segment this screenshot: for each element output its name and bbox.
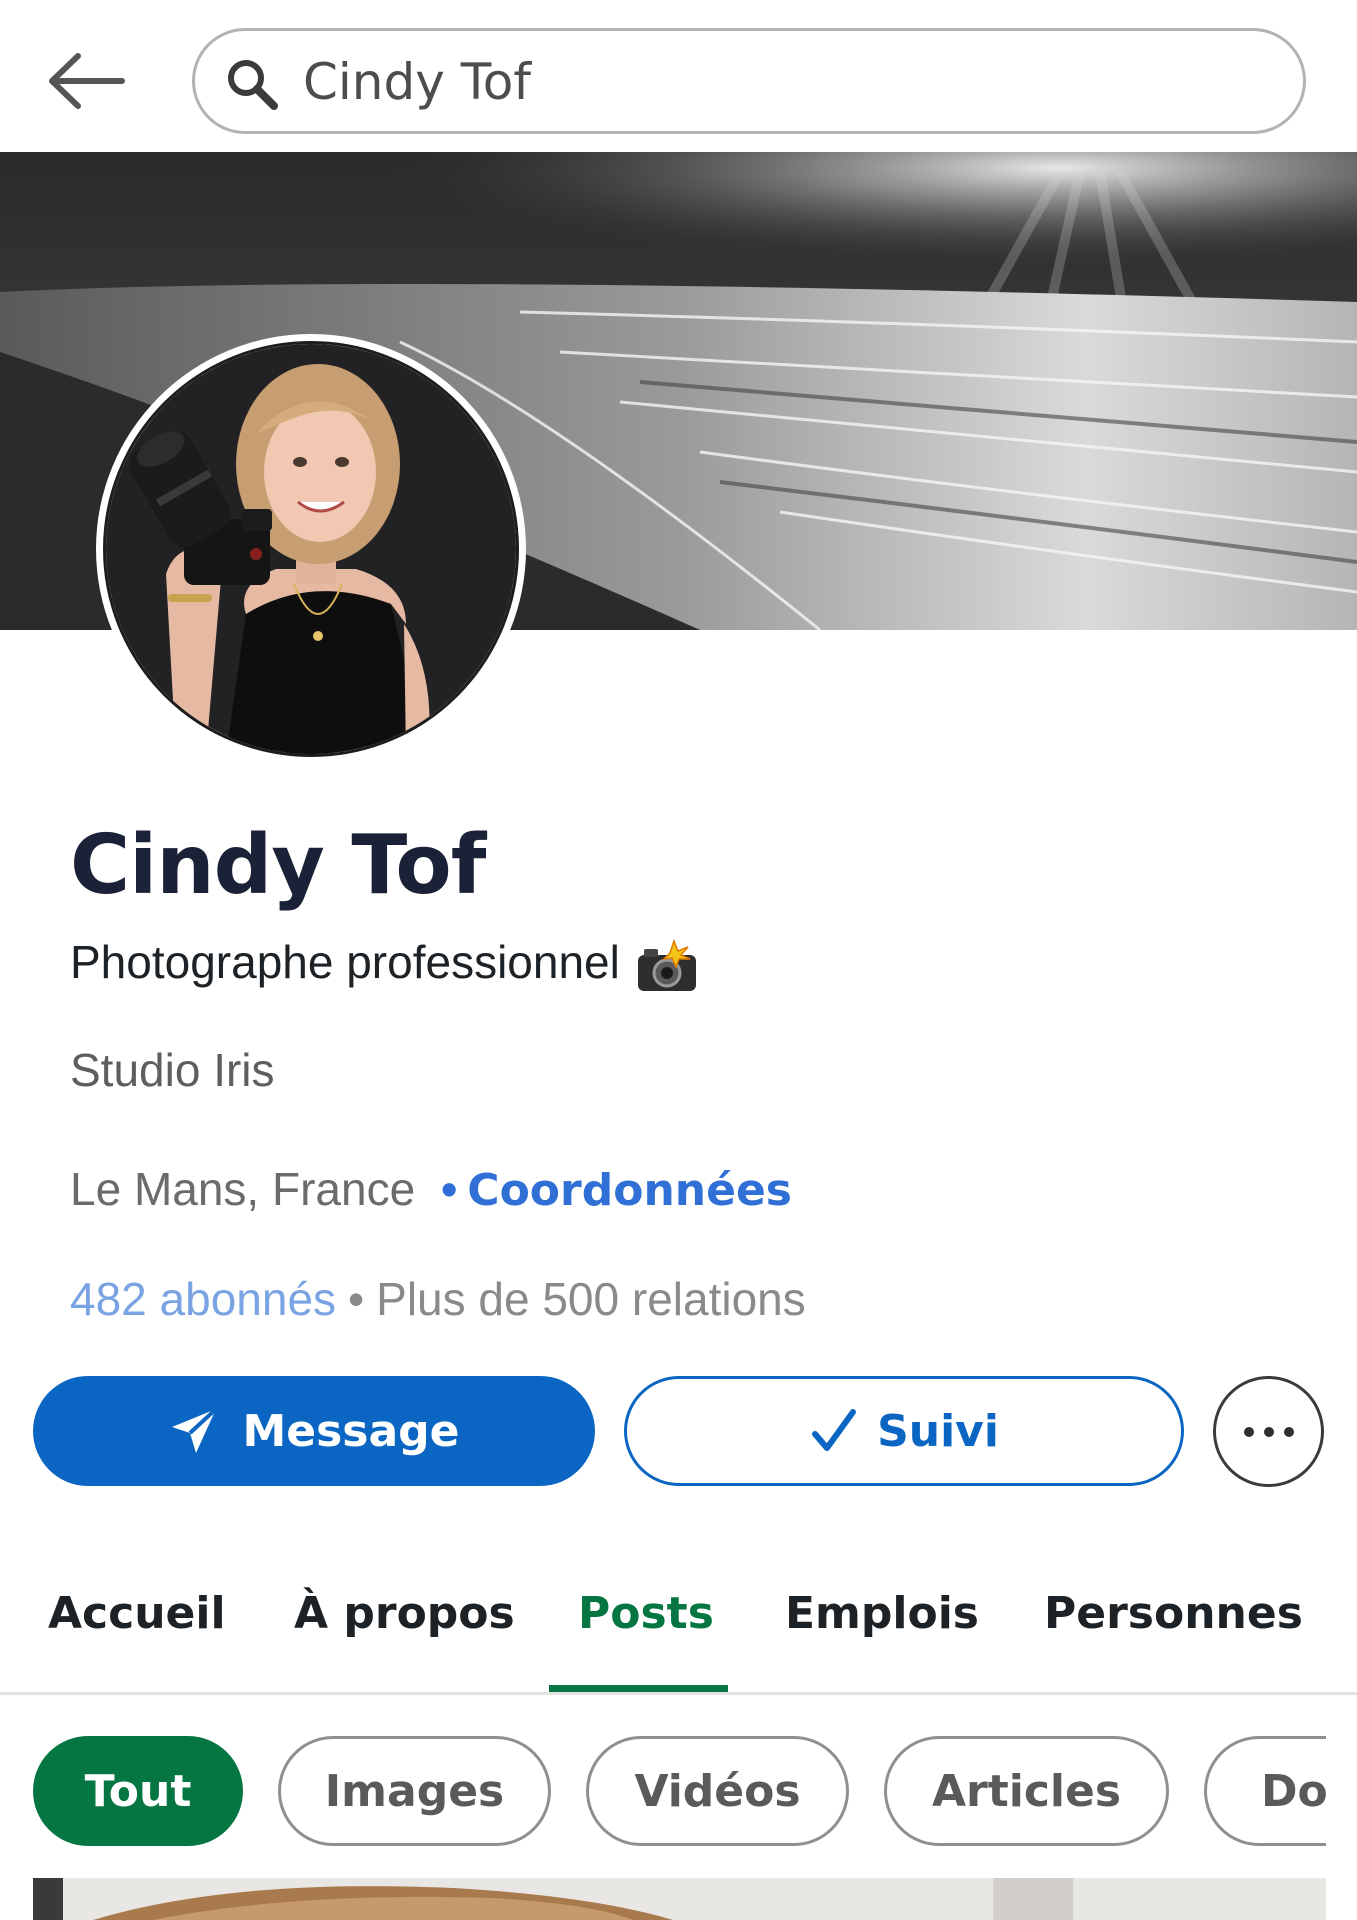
connections-count: Plus de 500 relations xyxy=(376,1273,806,1325)
post-filters: Tout Images Vidéos Articles Documents xyxy=(0,1734,1326,1850)
stats-row: 482 abonnés • Plus de 500 relations xyxy=(70,1268,806,1330)
stats-separator: • xyxy=(348,1273,365,1325)
tab-a-propos[interactable]: À propos xyxy=(294,1584,515,1644)
location-separator: • xyxy=(441,1163,458,1215)
following-button-label: Suivi xyxy=(877,1405,999,1457)
search-icon xyxy=(228,60,278,110)
message-button[interactable]: Message xyxy=(33,1376,595,1486)
post-preview-image[interactable] xyxy=(33,1878,1326,1920)
more-horizontal-icon xyxy=(1243,1426,1294,1437)
message-button-label: Message xyxy=(242,1405,460,1457)
tab-posts[interactable]: Posts xyxy=(578,1584,714,1644)
search-input[interactable]: Cindy Tof xyxy=(303,51,531,113)
camera-flash-icon xyxy=(637,938,696,991)
filter-documents[interactable]: Documents xyxy=(1204,1736,1326,1846)
top-bar: Cindy Tof xyxy=(0,0,1357,152)
active-tab-indicator xyxy=(549,1685,728,1692)
paper-plane-icon xyxy=(172,1407,218,1453)
followers-count[interactable]: 482 abonnés xyxy=(70,1273,336,1325)
tab-emplois[interactable]: Emplois xyxy=(785,1584,979,1644)
headline-text: Photographe professionnel xyxy=(70,936,620,988)
profile-tabs: Accueil À propos Posts Emplois Personnes xyxy=(0,1560,1357,1692)
profile-location: Le Mans, France xyxy=(70,1163,416,1215)
filter-images[interactable]: Images xyxy=(278,1736,551,1846)
tab-accueil[interactable]: Accueil xyxy=(48,1584,226,1644)
following-button[interactable]: Suivi xyxy=(624,1376,1184,1486)
filter-articles[interactable]: Articles xyxy=(884,1736,1169,1846)
more-options-button[interactable] xyxy=(1213,1376,1324,1487)
profile-headline: Photographe professionnel xyxy=(70,932,700,993)
location-row: Le Mans, France • Coordonnées xyxy=(70,1158,792,1222)
profile-company: Studio Iris xyxy=(70,1044,275,1096)
profile-avatar[interactable] xyxy=(96,334,526,764)
arrow-left-icon[interactable] xyxy=(44,46,126,116)
filter-videos[interactable]: Vidéos xyxy=(586,1736,849,1846)
profile-name: Cindy Tof xyxy=(70,818,486,913)
tab-personnes[interactable]: Personnes xyxy=(1044,1584,1303,1644)
search-bar[interactable]: Cindy Tof xyxy=(192,28,1306,134)
tabs-divider xyxy=(0,1692,1357,1695)
contact-info-link[interactable]: Coordonnées xyxy=(467,1165,792,1216)
checkmark-icon xyxy=(812,1409,857,1451)
filter-all[interactable]: Tout xyxy=(33,1736,243,1846)
